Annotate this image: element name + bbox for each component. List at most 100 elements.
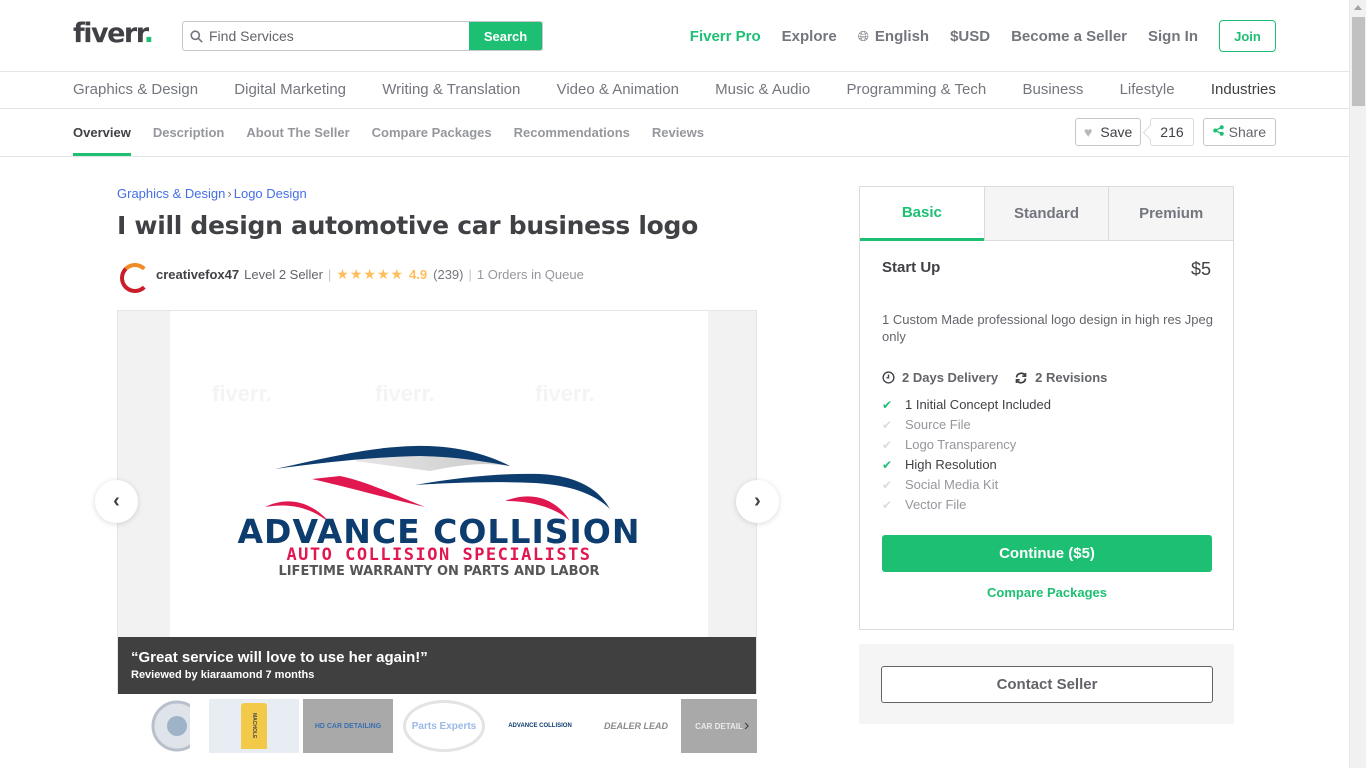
- globe-icon: 🌐︎: [857, 27, 869, 44]
- clock-icon: [882, 371, 895, 384]
- feature-item: ✔ Source File: [882, 415, 1211, 435]
- language-label: English: [874, 27, 930, 45]
- tab-reviews[interactable]: Reviews: [652, 109, 704, 156]
- page-scrollbar[interactable]: [1349, 0, 1366, 768]
- site-header: fiverr. Search Fiverr Pro Explore 🌐︎ Engl…: [0, 0, 1349, 72]
- tab-overview[interactable]: Overview: [73, 109, 131, 156]
- thumbnail[interactable]: DEALER LEAD: [591, 699, 681, 753]
- rating-score: 4.9: [409, 266, 428, 282]
- continue-button[interactable]: Continue ($5): [882, 535, 1212, 572]
- category-item[interactable]: Music & Audio: [715, 81, 810, 98]
- feature-label: Vector File: [905, 497, 967, 512]
- check-icon: ✔: [882, 438, 893, 452]
- category-item[interactable]: Writing & Translation: [382, 81, 520, 98]
- package-tab-premium[interactable]: Premium: [1108, 187, 1234, 241]
- gallery-next-button[interactable]: ›: [736, 480, 779, 523]
- breadcrumb-category[interactable]: Graphics & Design: [117, 186, 225, 201]
- package-tabs: Basic Standard Premium: [860, 187, 1234, 241]
- seller-overview: creativefox47 Level 2 Seller | ★★★★★ 4.9…: [117, 260, 584, 293]
- category-item[interactable]: Video & Animation: [557, 81, 679, 98]
- logo-dot: .: [143, 18, 154, 49]
- check-icon: ✔: [882, 418, 893, 432]
- logo-line-3: LIFETIME WARRANTY ON PARTS AND LABOR: [278, 564, 599, 579]
- breadcrumb-subcategory[interactable]: Logo Design: [234, 186, 307, 201]
- logo-wordmark: fiverr: [73, 18, 145, 49]
- gallery-prev-button[interactable]: ‹: [95, 480, 138, 523]
- fiverr-logo[interactable]: fiverr.: [73, 18, 154, 50]
- nav-sign-in[interactable]: Sign In: [1148, 28, 1198, 45]
- tab-about-seller[interactable]: About The Seller: [246, 109, 349, 156]
- logo-line-2: AUTO COLLISION SPECIALISTS: [286, 545, 591, 565]
- category-item[interactable]: Digital Marketing: [234, 81, 346, 98]
- scrollbar-thumb[interactable]: [1352, 17, 1365, 106]
- share-button[interactable]: Share: [1202, 118, 1276, 146]
- feature-item: ✔ 1 Initial Concept Included: [882, 395, 1211, 415]
- package-panel: Basic Standard Premium Start Up $5 1 Cus…: [859, 186, 1234, 630]
- review-count[interactable]: (239): [433, 267, 463, 282]
- save-share-group: ♥ Save 216 Share: [1075, 118, 1276, 146]
- feature-label: Logo Transparency: [905, 437, 1017, 452]
- seller-username[interactable]: creativefox47: [156, 267, 239, 282]
- package-tab-basic[interactable]: Basic: [860, 187, 984, 241]
- package-price: $5: [1190, 259, 1211, 279]
- category-item[interactable]: Programming & Tech: [846, 81, 986, 98]
- search-button[interactable]: Search: [469, 22, 542, 50]
- feature-label: 1 Initial Concept Included: [905, 397, 1051, 412]
- nav-language[interactable]: 🌐︎ English: [858, 28, 929, 45]
- check-icon: ✔: [882, 498, 893, 512]
- feature-item: ✔ Vector File: [882, 495, 1211, 515]
- search-input[interactable]: [209, 22, 469, 50]
- category-item[interactable]: Lifestyle: [1120, 81, 1175, 98]
- compare-packages-link[interactable]: Compare Packages: [882, 585, 1212, 600]
- refresh-icon: [1014, 371, 1028, 385]
- nav-fiverr-pro[interactable]: Fiverr Pro: [690, 28, 761, 45]
- revision-count: 2 Revisions: [1035, 370, 1108, 385]
- thumbnail[interactable]: [117, 699, 207, 753]
- category-item[interactable]: Graphics & Design: [73, 81, 198, 98]
- feature-item: ✔ Logo Transparency: [882, 435, 1211, 455]
- nav-currency[interactable]: $USD: [950, 28, 990, 45]
- thumbnail-parts-experts: Parts Experts: [403, 700, 485, 752]
- category-item[interactable]: Business: [1022, 81, 1083, 98]
- review-author: Reviewed by kiaraamond 7 months: [131, 669, 315, 681]
- chevron-right-icon: ›: [754, 490, 761, 512]
- thumbnail[interactable]: ADVANCE COLLISION: [495, 699, 585, 753]
- nav-become-seller[interactable]: Become a Seller: [1011, 28, 1127, 45]
- thumbs-next-icon[interactable]: ›: [744, 717, 749, 735]
- feature-label: Source File: [905, 417, 971, 432]
- contact-seller-button[interactable]: Contact Seller: [881, 666, 1213, 703]
- join-button[interactable]: Join: [1219, 20, 1276, 52]
- seller-avatar[interactable]: [117, 260, 150, 293]
- tab-recommendations[interactable]: Recommendations: [514, 109, 630, 156]
- gallery-main-image[interactable]: fiverr. fiverr. fiverr. ADVANCE COLLISIO…: [170, 311, 708, 638]
- gig-gallery: fiverr. fiverr. fiverr. ADVANCE COLLISIO…: [117, 310, 757, 694]
- thumbnail-oil-bottle: MACHOLE: [241, 703, 267, 749]
- heart-icon: ♥: [1084, 124, 1093, 140]
- tab-description[interactable]: Description: [153, 109, 225, 156]
- save-button[interactable]: ♥ Save: [1075, 118, 1142, 146]
- share-icon: [1212, 125, 1224, 139]
- feature-list: ✔ 1 Initial Concept Included ✔ Source File…: [882, 395, 1211, 515]
- category-item[interactable]: Industries: [1211, 81, 1276, 98]
- star-rating-icons: ★★★★★: [336, 265, 405, 282]
- thumbnail[interactable]: HD CAR DETAILING: [303, 699, 393, 753]
- thumbnail[interactable]: Parts Experts: [399, 699, 489, 753]
- orders-in-queue: 1 Orders in Queue: [476, 266, 584, 282]
- thumbnail[interactable]: MACHOLE: [209, 699, 299, 753]
- package-name: Start Up: [882, 259, 941, 276]
- share-label: Share: [1228, 124, 1266, 140]
- package-description: 1 Custom Made professional logo design i…: [882, 312, 1213, 344]
- feature-label: High Resolution: [905, 457, 997, 472]
- feature-item: ✔ High Resolution: [882, 455, 1211, 475]
- chevron-left-icon: ‹: [113, 490, 120, 512]
- feature-item: ✔ Social Media Kit: [882, 475, 1211, 495]
- delivery-time: 2 Days Delivery: [902, 370, 999, 385]
- scroll-up-arrow-icon[interactable]: [1354, 5, 1362, 10]
- thumbnail-wheel-art: [151, 700, 190, 752]
- breadcrumb-separator: ›: [227, 186, 232, 201]
- package-tab-standard[interactable]: Standard: [983, 187, 1109, 241]
- nav-explore[interactable]: Explore: [782, 28, 837, 45]
- save-count: 216: [1150, 118, 1194, 146]
- seller-level: Level 2 Seller: [244, 266, 323, 282]
- tab-compare-packages[interactable]: Compare Packages: [372, 109, 492, 156]
